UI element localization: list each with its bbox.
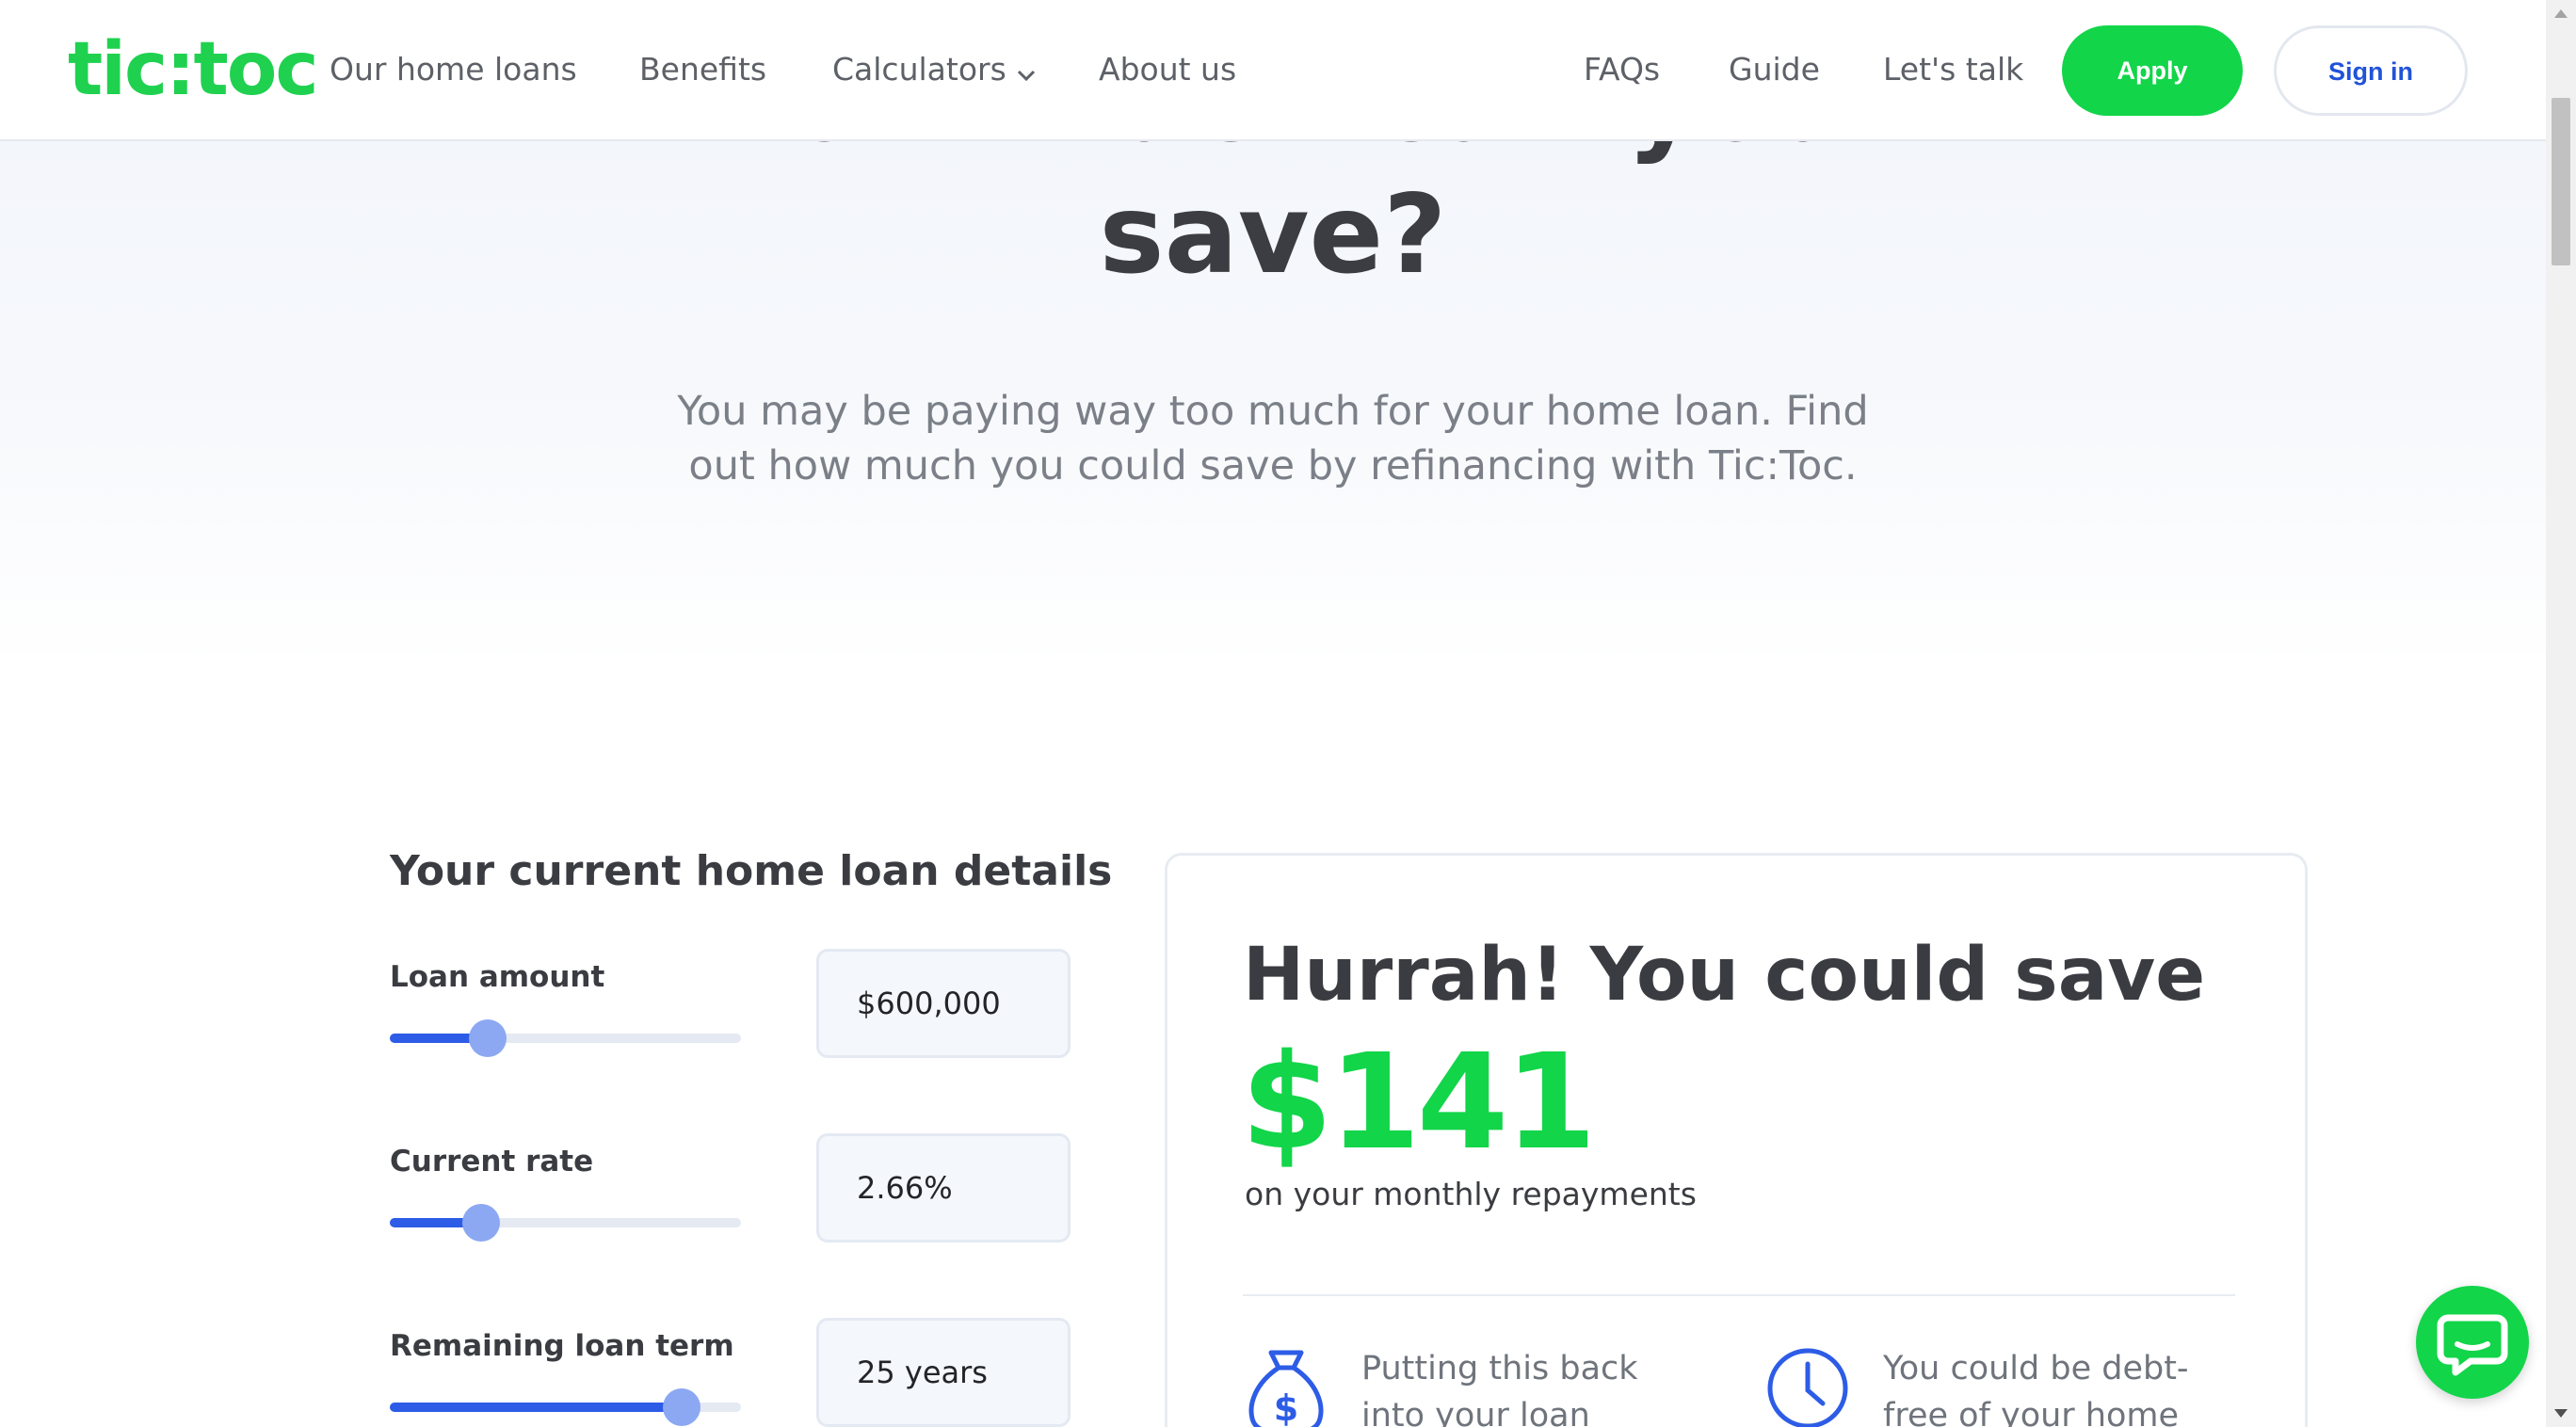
loan-amount-slider[interactable] (390, 1019, 741, 1057)
nav-benefits[interactable]: Benefits (639, 47, 766, 92)
benefit-text-debt-free: You could be debt-free of your home loan… (1883, 1350, 2189, 1427)
remaining-term-slider[interactable] (390, 1388, 741, 1426)
result-headline: Hurrah! You could save (1243, 933, 2206, 1018)
hero-subtitle: You may be paying way too much for your … (677, 388, 1869, 489)
calculator-section-title: Your current home loan details (390, 847, 1113, 895)
money-bag-icon: $ (1243, 1345, 1329, 1427)
top-navigation: tic:toc Our home loans Benefits Calculat… (0, 0, 2546, 141)
nav-about-us[interactable]: About us (1099, 47, 1236, 92)
live-chat-button[interactable] (2416, 1286, 2529, 1399)
hero-title-area: How much can you save? You may be paying… (0, 141, 2546, 668)
remaining-term-input[interactable]: 25 years (816, 1318, 1071, 1427)
nav-lets-talk[interactable]: Let's talk (1883, 47, 2023, 92)
svg-text:$: $ (1274, 1387, 1298, 1427)
current-rate-input[interactable]: 2.66% (816, 1133, 1071, 1243)
clock-icon (1764, 1345, 1851, 1427)
nav-calculators-label: Calculators (832, 51, 1006, 88)
chevron-down-icon (1016, 49, 1037, 94)
current-rate-label: Current rate (390, 1145, 594, 1178)
current-rate-slider-thumb[interactable] (461, 1204, 500, 1242)
remaining-term-label: Remaining loan term (390, 1329, 734, 1363)
scroll-down-arrow-icon[interactable] (2554, 1409, 2568, 1418)
card-divider (1243, 1294, 2235, 1296)
apply-button[interactable]: Apply (2062, 25, 2243, 116)
hero-title-line1: How much can you (0, 141, 2546, 169)
scroll-thumb[interactable] (2552, 98, 2570, 265)
chat-icon (2416, 1314, 2529, 1403)
loan-amount-slider-thumb[interactable] (469, 1019, 507, 1057)
nav-faqs[interactable]: FAQs (1584, 47, 1660, 92)
nav-calculators[interactable]: Calculators (832, 47, 1037, 94)
savings-caption: on your monthly repayments (1245, 1176, 1697, 1212)
nav-our-home-loans[interactable]: Our home loans (330, 47, 577, 92)
nav-guide[interactable]: Guide (1729, 47, 1820, 92)
sign-in-button[interactable]: Sign in (2274, 25, 2468, 116)
remaining-term-slider-thumb[interactable] (662, 1388, 700, 1426)
tictoc-logo[interactable]: tic:toc (68, 26, 319, 113)
benefit-text-savings: Putting this back into your loan could s… (1361, 1350, 1638, 1427)
loan-amount-input[interactable]: $600,000 (816, 949, 1071, 1058)
hero-title: How much can you save? (0, 141, 2546, 301)
current-rate-slider[interactable] (390, 1204, 741, 1242)
hero-title-line2: save? (1099, 171, 1447, 298)
savings-amount: $141 (1241, 1026, 1597, 1179)
savings-result-card: Hurrah! You could save $141 on your mont… (1165, 853, 2308, 1427)
remaining-term-slider-fill (390, 1403, 682, 1412)
loan-amount-label: Loan amount (390, 960, 605, 994)
scroll-up-arrow-icon[interactable] (2554, 9, 2568, 18)
page-scrollbar[interactable] (2546, 0, 2576, 1427)
